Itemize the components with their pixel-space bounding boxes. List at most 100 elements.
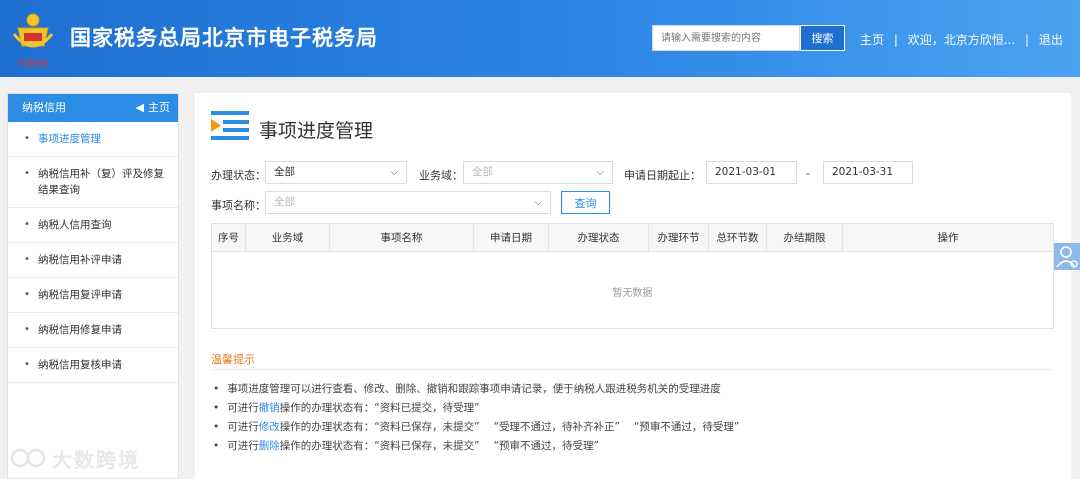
nav-separator: | — [1025, 33, 1030, 47]
chevron-down-icon: ⌵ — [390, 167, 398, 178]
list-icon — [211, 111, 249, 140]
sidebar-item-recheck[interactable]: • 纳税信用复核申请 — [8, 348, 178, 383]
site-title: 国家税务总局北京市电子税务局 — [70, 26, 378, 50]
tip-operation-delete[interactable]: 删除 — [259, 440, 280, 452]
tip-text: 可进行 — [227, 402, 259, 414]
item-name-label: 事项名称： — [211, 199, 266, 212]
sidebar-home-link[interactable]: ◀ 主页 — [136, 94, 170, 122]
table-header: 序号 业务域 事项名称 申请日期 办理状态 办理环节 总环节数 办结期限 操作 — [212, 224, 1053, 252]
domain-value: 全部 — [472, 166, 493, 178]
emblem-text: 中国税务 — [17, 58, 49, 68]
bullet-icon: • — [24, 324, 30, 335]
sidebar: 纳税信用 ◀ 主页 • 事项进度管理 • 纳税信用补（复）评及修复结果查询 • 纳税人信… — [7, 93, 179, 479]
domain-label: 业务域： — [419, 169, 463, 182]
tip-text: 可进行 — [227, 440, 259, 452]
status-label: 办理状态： — [211, 169, 266, 182]
column-header[interactable]: 事项名称 — [330, 224, 474, 252]
date-separator: - — [806, 167, 810, 180]
status-value: 全部 — [274, 166, 295, 178]
bullet-icon: • — [213, 383, 220, 395]
tip-line-1: • 事项进度管理可以进行查看、修改、删除、撤销和跟踪事项申请记录，便于纳税人跟进税… — [213, 381, 721, 396]
tip-line-4: • 可进行删除操作的办理状态有：“资料已保存，未提交” “预审不通过，待受理” — [213, 438, 613, 453]
status-select[interactable]: 全部 ⌵ — [265, 161, 407, 184]
tip-status: “预审不通过，待受理” — [633, 421, 740, 433]
customer-service-button[interactable] — [1054, 243, 1080, 270]
tip-text: 操作的办理状态有： — [279, 440, 375, 452]
tip-text: 可进行 — [227, 421, 259, 433]
tip-status: “资料已保存，未提交” — [374, 440, 480, 452]
item-name-select[interactable]: 全部 ⌵ — [265, 191, 551, 214]
column-header[interactable]: 办结期限 — [767, 224, 843, 252]
sidebar-home-label: 主页 — [148, 101, 170, 114]
date-range-label: 申请日期起止： — [624, 169, 701, 182]
results-table: 序号 业务域 事项名称 申请日期 办理状态 办理环节 总环节数 办结期限 操作 … — [211, 223, 1054, 329]
column-header[interactable]: 操作 — [843, 224, 1053, 252]
bullet-icon: • — [24, 133, 30, 144]
empty-state-text: 暂无数据 — [612, 288, 653, 299]
tip-text: 事项进度管理可以进行查看、修改、删除、撤销和跟踪事项申请记录，便于纳税人跟进税务… — [227, 383, 721, 395]
tip-line-2: • 可进行撤销操作的办理状态有：“资料已提交，待受理” — [213, 400, 494, 415]
tip-status: “资料已提交，待受理” — [374, 402, 480, 414]
tip-text: 操作的办理状态有： — [279, 421, 375, 433]
sidebar-item-label: 纳税信用补评申请 — [38, 254, 122, 266]
tip-status: “资料已保存，未提交” — [374, 421, 480, 433]
tip-line-3: • 可进行修改操作的办理状态有：“资料已保存，未提交” “受理不通过，待补齐补正” “… — [213, 419, 753, 434]
tip-status: “预审不通过，待受理” — [493, 440, 599, 452]
sidebar-item-repair[interactable]: • 纳税信用修复申请 — [8, 313, 178, 348]
page-title: 事项进度管理 — [259, 120, 374, 142]
arrow-left-icon: ◀ — [135, 101, 144, 114]
nav-home-link[interactable]: 主页 — [860, 31, 884, 48]
query-button[interactable]: 查询 — [561, 191, 610, 214]
bullet-icon: • — [24, 219, 30, 230]
column-header[interactable]: 申请日期 — [474, 224, 549, 252]
column-header[interactable]: 办理状态 — [549, 224, 649, 252]
sidebar-item-label: 事项进度管理 — [38, 133, 101, 145]
column-header[interactable]: 办理环节 — [649, 224, 709, 252]
column-header[interactable]: 序号 — [212, 224, 246, 252]
nav-logout-link[interactable]: 退出 — [1039, 31, 1063, 48]
search-button[interactable]: 搜索 — [800, 25, 845, 51]
sidebar-item-progress[interactable]: • 事项进度管理 — [8, 122, 178, 157]
column-header[interactable]: 总环节数 — [709, 224, 767, 252]
sidebar-item-label: 纳税信用补（复）评及修复结果查询 — [38, 168, 164, 196]
chevron-down-icon: ⌵ — [534, 197, 542, 208]
sidebar-item-label: 纳税人信用查询 — [38, 219, 112, 231]
watermark-text: 大数跨境 — [52, 448, 140, 472]
tip-status: “受理不通过，待补齐补正” — [493, 421, 620, 433]
tip-operation-revoke[interactable]: 撤销 — [259, 402, 280, 414]
bullet-icon: • — [24, 254, 30, 265]
column-header[interactable]: 业务域 — [246, 224, 330, 252]
tips-title: 温馨提示 — [211, 353, 255, 366]
date-from-input[interactable]: 2021-03-01 — [706, 161, 797, 184]
bullet-icon: • — [24, 289, 30, 300]
user-service-icon — [1056, 246, 1078, 268]
sidebar-item-review[interactable]: • 纳税信用复评申请 — [8, 278, 178, 313]
sidebar-header: 纳税信用 ◀ 主页 — [8, 94, 178, 122]
nav-separator: | — [893, 33, 898, 47]
sidebar-item-label: 纳税信用复评申请 — [38, 289, 122, 301]
top-nav: 主页 | 欢迎，北京方欣恒... | 退出 — [860, 31, 1063, 48]
search-input[interactable] — [652, 25, 800, 51]
sidebar-item-label: 纳税信用修复申请 — [38, 324, 122, 336]
bullet-icon: • — [213, 402, 220, 414]
sidebar-item-supplement[interactable]: • 纳税信用补评申请 — [8, 243, 178, 278]
bullet-icon: • — [24, 168, 30, 179]
main-panel: 事项进度管理 办理状态： 全部 ⌵ 业务域： 全部 ⌵ 申请日期起止： 2021-0… — [195, 93, 1071, 479]
chevron-down-icon: ⌵ — [596, 167, 604, 178]
sidebar-item-rating-query[interactable]: • 纳税信用补（复）评及修复结果查询 — [8, 157, 178, 208]
top-header: 中国税务 国家税务总局北京市电子税务局 搜索 主页 | 欢迎，北京方欣恒... … — [0, 0, 1080, 77]
bullet-icon: • — [213, 421, 220, 433]
item-name-value: 全部 — [274, 196, 295, 208]
tip-text: 操作的办理状态有： — [279, 402, 375, 414]
nav-welcome-user[interactable]: 欢迎，北京方欣恒... — [908, 31, 1015, 48]
bullet-icon: • — [213, 440, 220, 452]
domain-select[interactable]: 全部 ⌵ — [463, 161, 613, 184]
date-to-input[interactable]: 2021-03-31 — [823, 161, 913, 184]
watermark-logo-icon — [10, 448, 46, 468]
bullet-icon: • — [24, 359, 30, 370]
sidebar-item-credit-query[interactable]: • 纳税人信用查询 — [8, 208, 178, 243]
sidebar-item-label: 纳税信用复核申请 — [38, 359, 122, 371]
tip-operation-modify[interactable]: 修改 — [259, 421, 280, 433]
tips-divider — [211, 369, 1054, 370]
tax-emblem-icon: 中国税务 — [12, 13, 54, 68]
